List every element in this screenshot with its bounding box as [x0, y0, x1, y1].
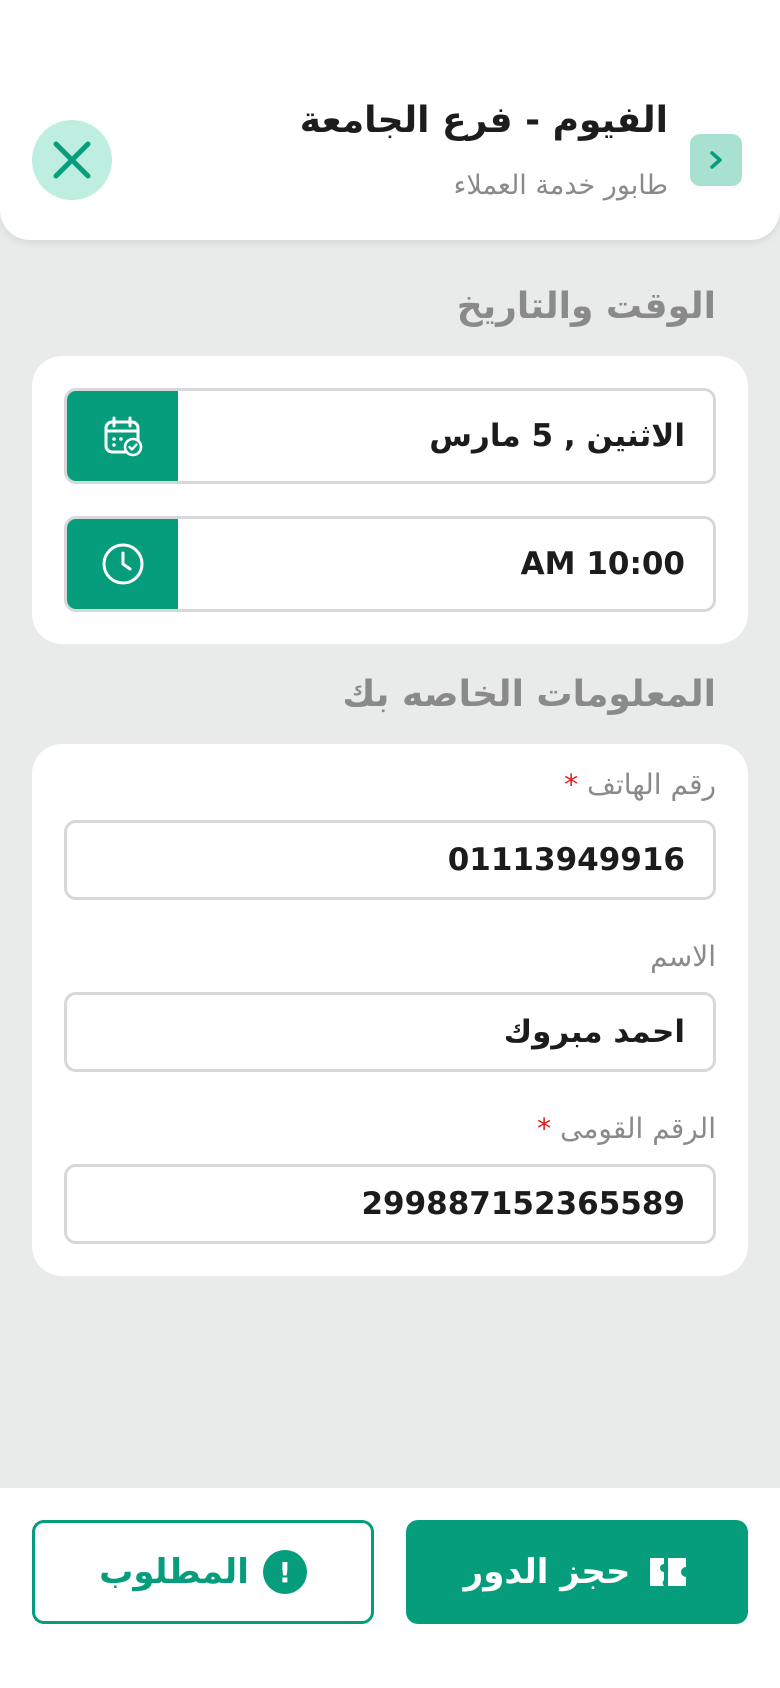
name-field[interactable]: احمد مبروك: [64, 992, 716, 1072]
ticket-icon: [650, 1558, 687, 1586]
time-picker[interactable]: 10:00 AM: [64, 516, 716, 612]
name-label: الاسم: [116, 940, 716, 973]
required-mark: *: [537, 1112, 552, 1145]
date-picker-icon-box: [67, 391, 178, 481]
datetime-card: الاثنين , 5 مارس 10:00 AM: [32, 356, 748, 644]
phone-label: رقم الهاتف *: [116, 768, 716, 801]
national-id-label-text: الرقم القومى: [560, 1112, 716, 1145]
date-picker[interactable]: الاثنين , 5 مارس: [64, 388, 716, 484]
info-section-title: المعلومات الخاصه بك: [342, 674, 716, 715]
required-mark: *: [564, 768, 579, 801]
page-title: الفيوم - فرع الجامعة: [299, 100, 668, 141]
close-button[interactable]: [32, 120, 112, 200]
bottom-action-bar: ! المطلوب حجز الدور: [0, 1488, 780, 1688]
info-icon: !: [262, 1550, 307, 1594]
header: الفيوم - فرع الجامعة طابور خدمة العملاء: [0, 0, 780, 240]
name-label-text: الاسم: [650, 940, 716, 973]
datetime-section-title: الوقت والتاريخ: [456, 286, 716, 327]
phone-label-text: رقم الهاتف: [587, 768, 716, 801]
phone-field[interactable]: 01113949916: [64, 820, 716, 900]
close-icon: [53, 141, 91, 179]
book-queue-button[interactable]: حجز الدور: [406, 1520, 748, 1624]
time-picker-icon-box: [67, 519, 178, 609]
back-button[interactable]: [690, 134, 742, 186]
clock-icon: [102, 543, 143, 585]
national-id-label: الرقم القومى *: [116, 1112, 716, 1145]
national-id-field[interactable]: 299887152365589: [64, 1164, 716, 1244]
calendar-check-icon: [104, 416, 142, 457]
date-value: الاثنين , 5 مارس: [429, 418, 685, 454]
page-subtitle: طابور خدمة العملاء: [453, 170, 668, 201]
chevron-right-icon: [710, 151, 722, 169]
time-value: 10:00 AM: [520, 546, 685, 582]
book-queue-label: حجز الدور: [463, 1552, 631, 1592]
info-card: رقم الهاتف * 01113949916 الاسم احمد مبرو…: [32, 744, 748, 1276]
required-documents-button[interactable]: ! المطلوب: [32, 1520, 374, 1624]
required-documents-label: المطلوب: [99, 1552, 249, 1592]
